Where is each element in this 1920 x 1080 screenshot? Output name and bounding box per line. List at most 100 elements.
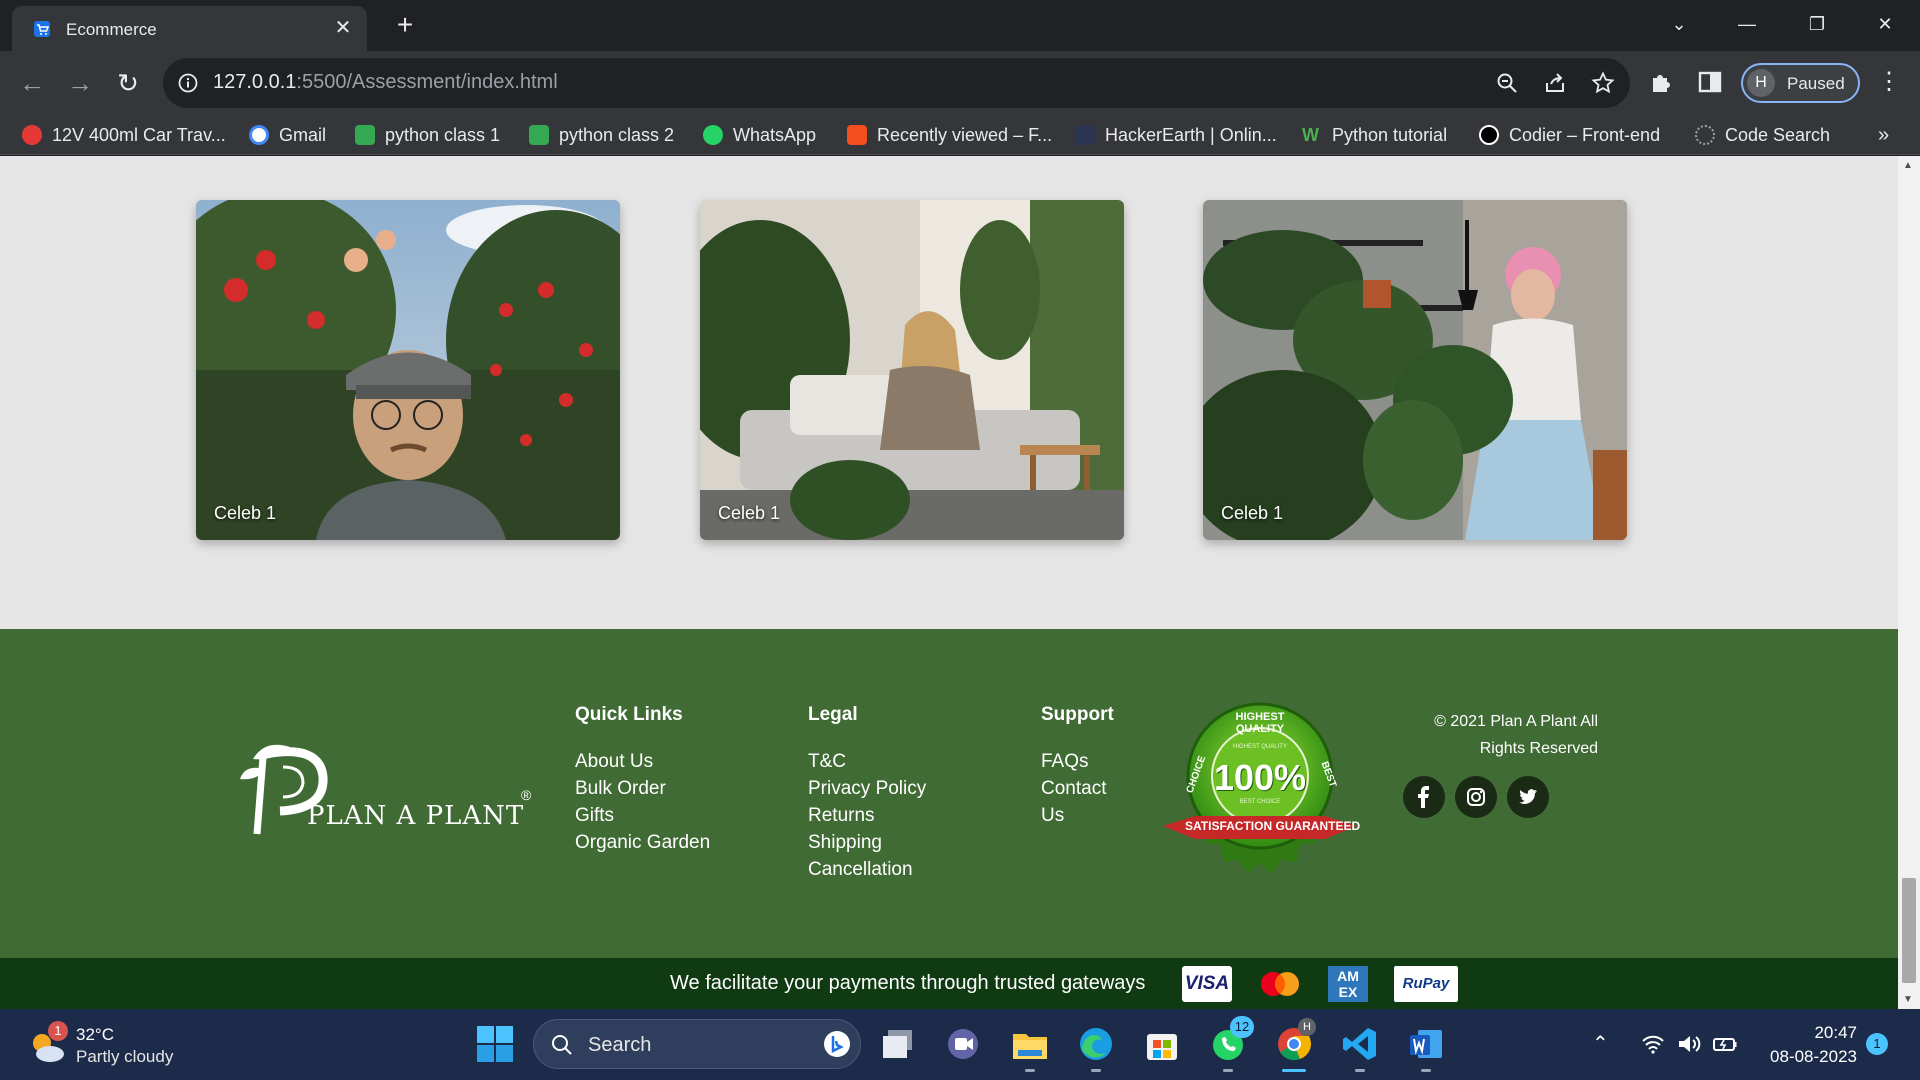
scroll-down-arrow-icon[interactable]: ▼: [1903, 994, 1913, 1005]
window-close-button[interactable]: ✕: [1871, 10, 1899, 38]
kebab-menu-icon[interactable]: ⋮: [1876, 69, 1902, 95]
celeb-card[interactable]: Celeb 1: [700, 200, 1124, 540]
system-clock[interactable]: 20:47 08-08-2023: [1762, 1021, 1857, 1069]
more-bookmarks-button[interactable]: »: [1878, 124, 1889, 146]
word-icon[interactable]: [1406, 1024, 1446, 1072]
badge-small-top-text: HIGHEST QUALITY: [1233, 744, 1287, 750]
twitter-icon[interactable]: [1507, 776, 1549, 818]
teams-chat-icon[interactable]: [943, 1024, 983, 1064]
address-bar[interactable]: 127.0.0.1:5500/Assessment/index.html: [163, 58, 1630, 108]
browser-tab[interactable]: Ecommerce ✕: [12, 6, 367, 51]
wifi-icon[interactable]: [1640, 1031, 1666, 1057]
task-view-icon[interactable]: [878, 1024, 918, 1064]
celeb-card[interactable]: Celeb 1: [196, 200, 620, 540]
footer-link-bulk-order[interactable]: Bulk Order: [575, 775, 710, 802]
celeb-card[interactable]: Celeb 1: [1203, 200, 1627, 540]
bookmark-label: 12V 400ml Car Trav...: [52, 124, 226, 145]
footer-link-terms[interactable]: T&C: [808, 748, 926, 775]
instagram-icon[interactable]: [1455, 776, 1497, 818]
facebook-icon[interactable]: [1403, 776, 1445, 818]
show-hidden-icons-chevron[interactable]: ⌃: [1592, 1031, 1618, 1057]
footer-link-contact-us[interactable]: Us: [1041, 802, 1114, 829]
whatsapp-app-icon[interactable]: 12: [1208, 1016, 1254, 1072]
legal-column: Legal T&C Privacy Policy Returns Shippin…: [808, 704, 926, 883]
scrollbar-thumb[interactable]: [1902, 878, 1916, 983]
bookmark-favicon-icon: [22, 125, 42, 145]
bookmark-item[interactable]: HackerEarth | Onlin...: [1075, 124, 1277, 146]
scroll-up-arrow-icon[interactable]: ▲: [1903, 160, 1913, 171]
quick-links-column: Quick Links About Us Bulk Order Gifts Or…: [575, 704, 710, 856]
minimize-button[interactable]: —: [1733, 10, 1761, 38]
page-viewport: Celeb 1 Celeb 1 Celeb 1 PLAN A PLANT ® Q…: [0, 156, 1898, 1009]
profile-button[interactable]: H Paused: [1741, 63, 1860, 103]
search-label: Search: [588, 1034, 652, 1056]
footer-link-about-us[interactable]: About Us: [575, 748, 710, 775]
footer-link-cancellation[interactable]: Cancellation: [808, 856, 926, 883]
extensions-puzzle-icon[interactable]: [1649, 69, 1675, 95]
chrome-browser-icon[interactable]: H: [1274, 1018, 1316, 1072]
windows-taskbar: 1 32°C Partly cloudy Search 12 H ⌃ 20:47…: [0, 1009, 1920, 1080]
taskbar-search[interactable]: Search: [533, 1019, 861, 1069]
reload-icon[interactable]: ↻: [112, 67, 144, 99]
windows-start-icon[interactable]: [475, 1024, 515, 1064]
bookmark-item[interactable]: Code Search: [1695, 124, 1830, 146]
bookmark-item[interactable]: WhatsApp: [703, 124, 816, 146]
bookmark-label: Gmail: [279, 124, 327, 145]
whatsapp-icon: [703, 125, 723, 145]
microsoft-store-icon[interactable]: [1142, 1024, 1182, 1064]
badge-small-bottom-text: BEST CHOICE: [1239, 799, 1281, 805]
plan-a-plant-logo[interactable]: PLAN A PLANT ®: [235, 739, 535, 839]
running-indicator: [1421, 1069, 1431, 1072]
url-text[interactable]: 127.0.0.1:5500/Assessment/index.html: [213, 71, 558, 94]
edge-browser-icon[interactable]: [1076, 1024, 1116, 1072]
profile-status: Paused: [1787, 74, 1845, 93]
side-panel-icon[interactable]: [1697, 69, 1723, 95]
site-info-icon[interactable]: [177, 72, 199, 94]
bookmark-item[interactable]: Recently viewed – F...: [847, 124, 1052, 146]
notification-badge[interactable]: 1: [1866, 1033, 1888, 1055]
battery-icon[interactable]: [1712, 1031, 1738, 1057]
site-footer: PLAN A PLANT ® Quick Links About Us Bulk…: [0, 629, 1898, 958]
bookmark-item[interactable]: W Python tutorial: [1302, 124, 1447, 146]
footer-link-shipping[interactable]: Shipping: [808, 829, 926, 856]
vscode-icon[interactable]: [1340, 1024, 1380, 1072]
file-explorer-icon[interactable]: [1010, 1024, 1050, 1072]
tab-close-icon[interactable]: ✕: [331, 16, 355, 40]
whatsapp-badge: 12: [1230, 1016, 1254, 1038]
bookmark-star-icon[interactable]: [1591, 71, 1615, 95]
satisfaction-badge: HIGHEST QUALITY HIGHEST QUALITY CHOICE B…: [1155, 681, 1365, 881]
footer-link-gifts[interactable]: Gifts: [575, 802, 710, 829]
footer-link-returns[interactable]: Returns: [808, 802, 926, 829]
volume-icon[interactable]: [1676, 1031, 1702, 1057]
browser-toolbar: ← → ↻ 127.0.0.1:5500/Assessment/index.ht…: [0, 51, 1920, 115]
bing-icon[interactable]: [822, 1029, 852, 1059]
restore-button[interactable]: ❐: [1803, 10, 1831, 38]
footer-link-organic-garden[interactable]: Organic Garden: [575, 829, 710, 856]
back-arrow-icon[interactable]: ←: [16, 67, 48, 99]
zoom-icon[interactable]: [1495, 71, 1519, 95]
forward-arrow-icon[interactable]: →: [64, 67, 96, 99]
active-indicator: [1282, 1069, 1306, 1072]
amex-icon: AM EX: [1328, 966, 1368, 1002]
footer-link-contact[interactable]: Contact: [1041, 775, 1114, 802]
bookmark-label: WhatsApp: [733, 124, 817, 145]
payment-gateways-bar: We facilitate your payments through trus…: [0, 958, 1898, 1009]
tab-search-chevron-icon[interactable]: ⌄: [1665, 10, 1693, 38]
bookmark-item[interactable]: python class 1: [355, 124, 500, 146]
browser-tab-strip: Ecommerce ✕ + ⌄ — ❐ ✕: [0, 0, 1920, 51]
registered-mark: ®: [521, 787, 532, 803]
running-indicator: [1025, 1069, 1035, 1072]
share-icon[interactable]: [1543, 71, 1567, 95]
cart-favicon-icon: [33, 20, 51, 38]
card-caption: Celeb 1: [214, 503, 277, 523]
bookmark-item[interactable]: Gmail: [249, 124, 326, 146]
weather-widget[interactable]: 1 32°C Partly cloudy: [28, 1021, 228, 1069]
new-tab-button[interactable]: +: [391, 11, 419, 39]
bookmark-item[interactable]: Codier – Front-end: [1479, 124, 1660, 146]
bookmark-item[interactable]: 12V 400ml Car Trav...: [22, 124, 226, 146]
page-scrollbar[interactable]: ▲ ▼: [1898, 156, 1920, 1009]
footer-link-faqs[interactable]: FAQs: [1041, 748, 1114, 775]
footer-link-privacy-policy[interactable]: Privacy Policy: [808, 775, 926, 802]
bookmark-label: python class 1: [385, 124, 501, 145]
bookmark-item[interactable]: python class 2: [529, 124, 674, 146]
